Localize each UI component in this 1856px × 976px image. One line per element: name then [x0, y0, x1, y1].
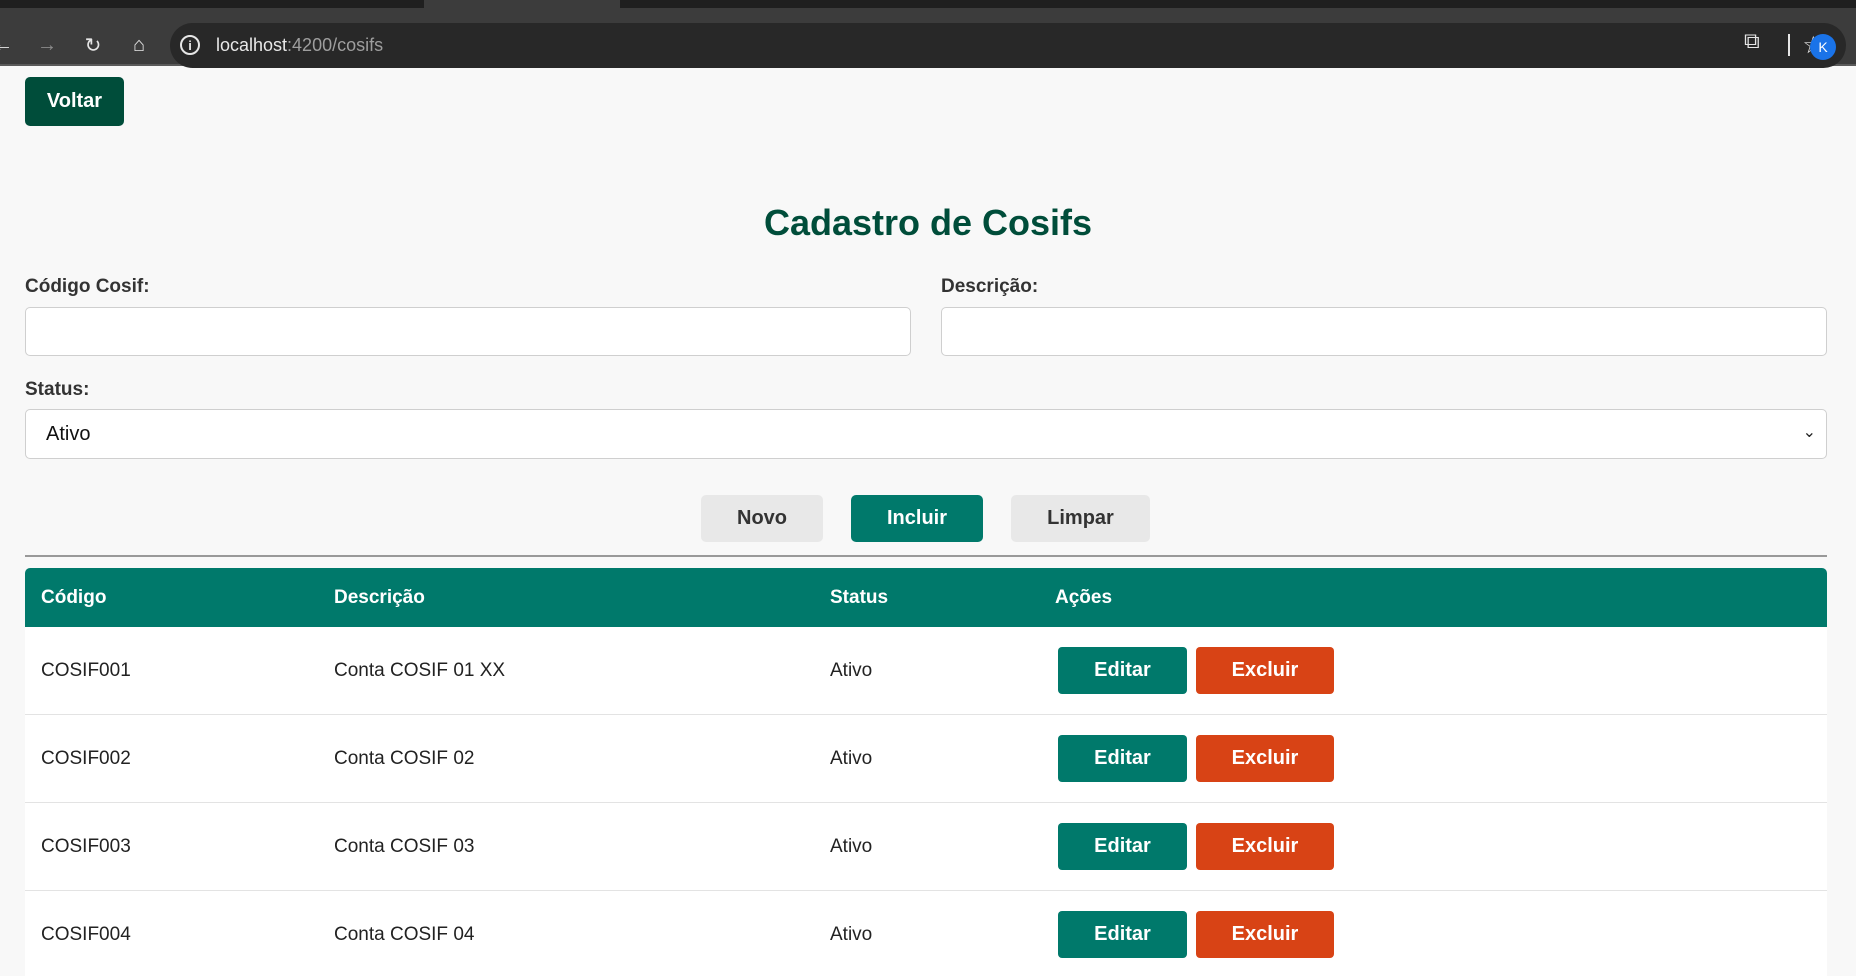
table-row: COSIF004 Conta COSIF 04 Ativo Editar Exc…: [25, 891, 1827, 976]
active-tab[interactable]: [424, 0, 620, 8]
edit-button[interactable]: Editar: [1058, 735, 1187, 782]
incluir-button[interactable]: Incluir: [851, 495, 983, 542]
status-label: Status:: [25, 379, 90, 400]
table-row: COSIF001 Conta COSIF 01 XX Ativo Editar …: [25, 627, 1827, 715]
cell-status: Ativo: [830, 748, 873, 769]
cosif-table: Código Descrição Status Ações COSIF001 C…: [25, 568, 1827, 976]
cell-codigo: COSIF002: [41, 748, 131, 769]
edit-button[interactable]: Editar: [1058, 823, 1187, 870]
novo-button[interactable]: Novo: [701, 495, 823, 542]
limpar-button[interactable]: Limpar: [1011, 495, 1150, 542]
header-descricao: Descrição: [334, 587, 425, 608]
delete-button[interactable]: Excluir: [1196, 735, 1334, 782]
back-arrow-icon[interactable]: ←: [0, 28, 20, 62]
cell-status: Ativo: [830, 836, 873, 857]
browser-tab-strip: [0, 0, 1856, 8]
delete-button[interactable]: Excluir: [1196, 647, 1334, 694]
descricao-label: Descrição:: [941, 276, 1039, 297]
cell-descricao: Conta COSIF 04: [334, 924, 475, 945]
address-bar[interactable]: i localhost:4200/cosifs ☆: [170, 23, 1846, 68]
cell-descricao: Conta COSIF 02: [334, 748, 475, 769]
header-status: Status: [830, 587, 889, 608]
cell-codigo: COSIF004: [41, 924, 131, 945]
url-text[interactable]: localhost:4200/cosifs: [216, 35, 383, 56]
delete-button[interactable]: Excluir: [1196, 911, 1334, 958]
cell-status: Ativo: [830, 660, 873, 681]
status-select[interactable]: Ativo ⌄: [25, 409, 1827, 459]
reload-icon[interactable]: ↻: [76, 28, 110, 62]
edit-button[interactable]: Editar: [1058, 647, 1187, 694]
cell-codigo: COSIF003: [41, 836, 131, 857]
table-row: COSIF003 Conta COSIF 03 Ativo Editar Exc…: [25, 803, 1827, 891]
toolbar-separator: [1788, 34, 1790, 56]
codigo-label: Código Cosif:: [25, 276, 150, 297]
status-select-value: Ativo: [46, 423, 91, 445]
cell-status: Ativo: [830, 924, 873, 945]
site-info-icon[interactable]: i: [180, 35, 200, 55]
table-row: COSIF002 Conta COSIF 02 Ativo Editar Exc…: [25, 715, 1827, 803]
back-button[interactable]: Voltar: [25, 77, 124, 126]
page-title: Cadastro de Cosifs: [763, 202, 1093, 243]
forward-arrow-icon[interactable]: →: [30, 28, 64, 62]
codigo-input[interactable]: [25, 307, 911, 356]
chevron-down-icon: ⌄: [1802, 424, 1816, 441]
delete-button[interactable]: Excluir: [1196, 823, 1334, 870]
cell-descricao: Conta COSIF 03: [334, 836, 475, 857]
extensions-icon[interactable]: ⧉: [1744, 28, 1760, 54]
cell-descricao: Conta COSIF 01 XX: [334, 660, 506, 681]
table-header: Código Descrição Status Ações: [25, 568, 1827, 627]
header-codigo: Código: [41, 587, 107, 608]
descricao-input[interactable]: [941, 307, 1827, 356]
edit-button[interactable]: Editar: [1058, 911, 1187, 958]
browser-toolbar: ← → ↻ ⌂ i localhost:4200/cosifs ☆ ⧉ K: [0, 8, 1856, 68]
home-icon[interactable]: ⌂: [122, 28, 156, 62]
cell-codigo: COSIF001: [41, 660, 131, 681]
header-acoes: Ações: [1055, 587, 1113, 608]
profile-avatar[interactable]: K: [1810, 34, 1836, 60]
section-divider: [25, 555, 1827, 557]
